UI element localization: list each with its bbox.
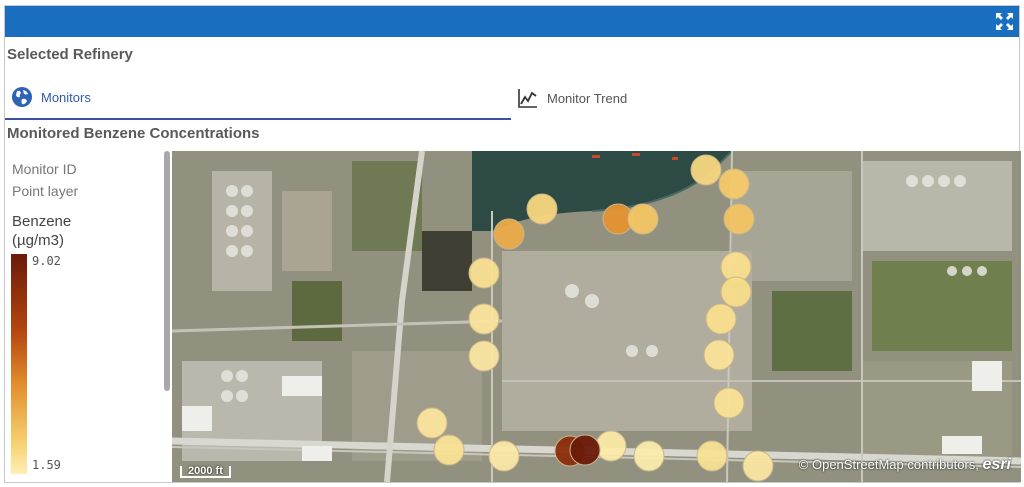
expand-icon [996,13,1013,30]
map-attribution: © OpenStreetMap contributors, esri [799,456,1011,474]
monitor-point[interactable] [723,203,755,235]
legend-field-unit: (µg/m3) [12,232,64,249]
monitor-point[interactable] [742,450,774,482]
monitor-point[interactable] [633,440,665,472]
monitor-points-layer [416,154,774,482]
monitor-point[interactable] [569,434,601,466]
monitor-point[interactable] [468,340,500,372]
monitor-point[interactable] [526,193,558,225]
dashboard-panel: Selected Refinery Monitors Monitor Trend… [4,5,1021,483]
monitor-point[interactable] [703,339,735,371]
monitor-point[interactable] [488,440,520,472]
map-view[interactable]: 2000 ft © OpenStreetMap contributors, es… [172,151,1021,482]
line-chart-icon [518,89,537,108]
monitor-point[interactable] [705,303,737,335]
tab-monitors-label: Monitors [41,89,91,105]
legend-scrollbar[interactable] [164,151,170,391]
panel-header-bar [5,6,1019,37]
section-title: Monitored Benzene Concentrations [7,125,260,142]
esri-logo: esri [982,456,1011,473]
tab-monitor-trend[interactable]: Monitor Trend [511,76,1017,120]
map-legend: Monitor ID Point layer Benzene (µg/m3) [7,151,169,481]
monitor-point[interactable] [493,218,525,250]
scale-bar: 2000 ft [180,466,231,478]
monitor-point[interactable] [718,168,750,200]
tab-monitors[interactable]: Monitors [5,76,511,120]
monitor-point[interactable] [433,434,465,466]
panel-title: Selected Refinery [7,46,133,63]
globe-icon [12,87,32,107]
legend-layer-name: Monitor ID [12,161,77,177]
monitor-point[interactable] [713,387,745,419]
monitor-point[interactable] [690,154,722,186]
monitor-point[interactable] [595,430,627,462]
attribution-text: © OpenStreetMap contributors, [798,457,979,472]
legend-max-value: 9.02 [32,254,61,268]
legend-min-value: 1.59 [32,458,61,472]
expand-button[interactable] [995,12,1014,31]
legend-color-ramp [11,254,27,474]
tab-monitor-trend-label: Monitor Trend [547,90,628,106]
monitor-point[interactable] [468,257,500,289]
legend-field-name: Benzene [12,213,72,230]
legend-layer-type: Point layer [12,183,79,199]
monitor-point[interactable] [720,276,752,308]
monitor-point[interactable] [416,407,448,439]
tab-bar: Monitors Monitor Trend [5,76,1017,120]
monitor-point[interactable] [468,303,500,335]
monitor-point[interactable] [696,440,728,472]
monitor-point[interactable] [627,203,659,235]
